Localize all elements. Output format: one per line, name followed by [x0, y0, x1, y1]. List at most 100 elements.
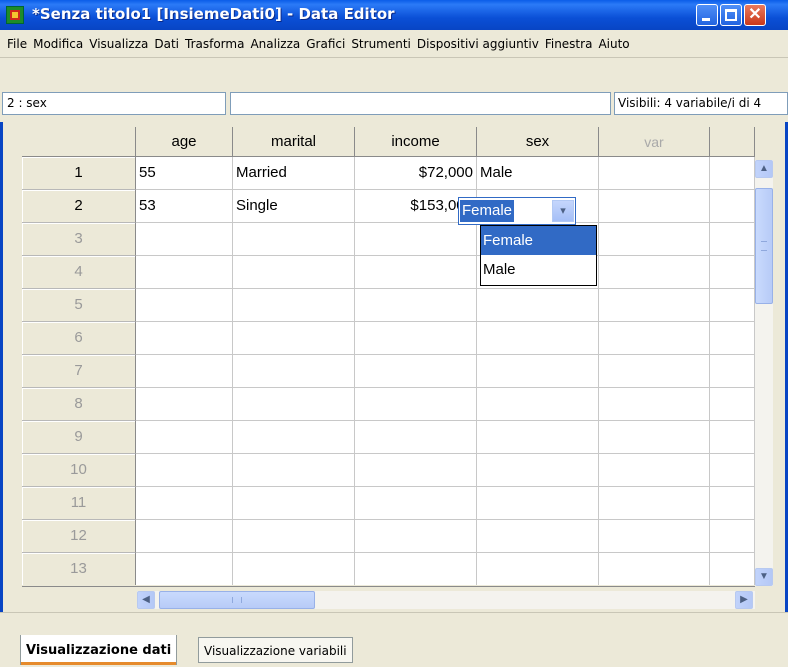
menu-finestra[interactable]: Finestra [542, 37, 596, 51]
cell-age[interactable] [136, 520, 233, 553]
cell-marital[interactable]: Married [233, 157, 355, 190]
cell-sex[interactable] [477, 388, 599, 421]
cell-income[interactable] [355, 355, 477, 388]
cell-age[interactable]: 55 [136, 157, 233, 190]
cell-marital[interactable] [233, 322, 355, 355]
menu-modifica[interactable]: Modifica [30, 37, 86, 51]
horizontal-scroll-thumb[interactable] [159, 591, 315, 609]
cell-sex[interactable] [477, 520, 599, 553]
chevron-down-icon[interactable]: ▾ [552, 200, 574, 222]
menu-visualizza[interactable]: Visualizza [86, 37, 151, 51]
cell-marital[interactable] [233, 520, 355, 553]
cell-blank[interactable] [710, 421, 755, 454]
cell-age[interactable]: 53 [136, 190, 233, 223]
cell-marital[interactable] [233, 289, 355, 322]
menu-aiuto[interactable]: Aiuto [595, 37, 632, 51]
minimize-button[interactable] [696, 4, 718, 26]
cell-blank[interactable] [710, 289, 755, 322]
cell-blank[interactable] [710, 388, 755, 421]
cell-income[interactable] [355, 223, 477, 256]
cell-var[interactable] [599, 190, 710, 223]
option-female[interactable]: Female [481, 226, 596, 255]
cell-age[interactable] [136, 223, 233, 256]
cell-income[interactable] [355, 256, 477, 289]
cell-income[interactable] [355, 289, 477, 322]
scroll-right-icon[interactable]: ▶ [735, 591, 753, 609]
menu-file[interactable]: File [4, 37, 30, 51]
cell-blank[interactable] [710, 355, 755, 388]
cell-marital[interactable] [233, 256, 355, 289]
row-header[interactable]: 10 [22, 454, 136, 487]
menu-trasforma[interactable]: Trasforma [182, 37, 247, 51]
cell-var[interactable] [599, 421, 710, 454]
row-header[interactable]: 12 [22, 520, 136, 553]
row-header[interactable]: 3 [22, 223, 136, 256]
cell-marital[interactable] [233, 223, 355, 256]
title-bar[interactable]: *Senza titolo1 [InsiemeDati0] - Data Edi… [0, 0, 788, 30]
cell-var[interactable] [599, 223, 710, 256]
row-header[interactable]: 1 [22, 157, 136, 190]
cell-age[interactable] [136, 388, 233, 421]
column-header-income[interactable]: income [355, 127, 477, 157]
cell-income[interactable] [355, 487, 477, 520]
cell-value-field[interactable] [230, 92, 611, 115]
cell-blank[interactable] [710, 223, 755, 256]
row-header[interactable]: 7 [22, 355, 136, 388]
row-header[interactable]: 9 [22, 421, 136, 454]
cell-marital[interactable] [233, 388, 355, 421]
cell-income[interactable] [355, 553, 477, 585]
cell-income[interactable] [355, 454, 477, 487]
menu-dati[interactable]: Dati [151, 37, 182, 51]
horizontal-scrollbar[interactable]: ◀ ▶ [137, 591, 755, 609]
scroll-up-icon[interactable]: ▲ [755, 160, 773, 178]
grid-corner[interactable] [22, 127, 136, 157]
tab-variable-view[interactable]: Visualizzazione variabili [198, 637, 353, 663]
maximize-button[interactable] [720, 4, 742, 26]
scroll-left-icon[interactable]: ◀ [137, 591, 155, 609]
cell-age[interactable] [136, 322, 233, 355]
sex-value-combobox[interactable]: Female ▾ [458, 197, 576, 225]
cell-income[interactable]: $72,000 [355, 157, 477, 190]
cell-var[interactable] [599, 487, 710, 520]
vertical-scroll-thumb[interactable] [755, 188, 773, 304]
cell-blank[interactable] [710, 487, 755, 520]
cell-sex[interactable] [477, 487, 599, 520]
row-header[interactable]: 13 [22, 553, 136, 585]
row-header[interactable]: 11 [22, 487, 136, 520]
cell-marital[interactable] [233, 421, 355, 454]
row-header[interactable]: 8 [22, 388, 136, 421]
tab-data-view[interactable]: Visualizzazione dati [20, 635, 178, 665]
cell-blank[interactable] [710, 454, 755, 487]
cell-var[interactable] [599, 289, 710, 322]
cell-sex[interactable]: Male [477, 157, 599, 190]
cell-marital[interactable] [233, 454, 355, 487]
cell-income[interactable] [355, 388, 477, 421]
cell-marital[interactable] [233, 553, 355, 585]
column-header-var[interactable]: var [599, 127, 710, 157]
cell-age[interactable] [136, 454, 233, 487]
cell-age[interactable] [136, 487, 233, 520]
cell-sex[interactable] [477, 289, 599, 322]
cell-blank[interactable] [710, 322, 755, 355]
row-header[interactable]: 5 [22, 289, 136, 322]
menu-dispositivi-aggiuntivi[interactable]: Dispositivi aggiuntiv [414, 37, 542, 51]
cell-var[interactable] [599, 256, 710, 289]
cell-marital[interactable] [233, 487, 355, 520]
row-header[interactable]: 6 [22, 322, 136, 355]
column-header-sex[interactable]: sex [477, 127, 599, 157]
option-male[interactable]: Male [481, 255, 596, 284]
cell-blank[interactable] [710, 157, 755, 190]
cell-sex[interactable] [477, 355, 599, 388]
cell-sex[interactable] [477, 454, 599, 487]
cell-income[interactable] [355, 322, 477, 355]
cell-age[interactable] [136, 289, 233, 322]
cell-income[interactable] [355, 421, 477, 454]
cell-var[interactable] [599, 322, 710, 355]
row-header[interactable]: 4 [22, 256, 136, 289]
cell-sex[interactable] [477, 553, 599, 585]
row-header[interactable]: 2 [22, 190, 136, 223]
cell-var[interactable] [599, 454, 710, 487]
cell-age[interactable] [136, 421, 233, 454]
app-icon[interactable] [6, 6, 24, 24]
cell-sex[interactable] [477, 421, 599, 454]
